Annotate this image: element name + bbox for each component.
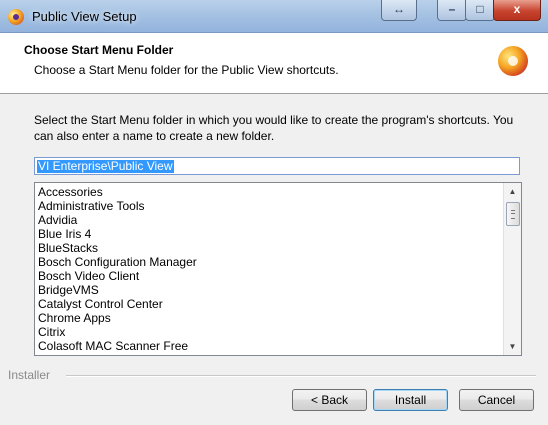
folder-list[interactable]: Accessories Administrative Tools Advidia Bl… [34,182,522,356]
cancel-button[interactable]: Cancel [459,389,534,411]
list-item[interactable]: Colasoft MAC Scanner Free [35,339,505,353]
list-item[interactable]: Citrix [35,325,505,339]
page-title: Choose Start Menu Folder [24,43,174,57]
window-title: Public View Setup [32,9,137,24]
title-bar[interactable]: Public View Setup ↔ – □ x [0,0,548,33]
footer-divider [66,375,536,377]
installer-logo-icon [498,46,528,76]
list-scrollbar[interactable]: ▲ ▼ [503,183,521,355]
list-item[interactable]: Catalyst Control Center [35,297,505,311]
page-subtitle: Choose a Start Menu folder for the Publi… [34,63,339,77]
install-button[interactable]: Install [373,389,448,411]
back-button[interactable]: < Back [292,389,367,411]
grip-icon [511,210,515,219]
list-item[interactable]: Administrative Tools [35,199,505,213]
scroll-down-icon[interactable]: ▼ [504,338,521,355]
list-item[interactable]: Bosch Video Client [35,269,505,283]
page-body: Select the Start Menu folder in which yo… [0,94,548,425]
list-item[interactable]: Advidia [35,213,505,227]
list-item[interactable]: Chrome Apps [35,311,505,325]
list-item[interactable]: BlueStacks [35,241,505,255]
installer-window: Public View Setup ↔ – □ x Choose Start M… [0,0,548,425]
minimize-button[interactable]: – [437,0,467,21]
app-icon [8,9,24,25]
page-header: Choose Start Menu Folder Choose a Start … [0,33,548,94]
swap-icon[interactable]: ↔ [381,0,417,21]
list-item[interactable]: Bosch Configuration Manager [35,255,505,269]
scroll-up-icon[interactable]: ▲ [504,183,521,200]
maximize-button[interactable]: □ [465,0,495,21]
scroll-thumb[interactable] [506,202,520,226]
list-item[interactable]: BridgeVMS [35,283,505,297]
installer-label: Installer [8,368,51,382]
list-item[interactable]: Blue Iris 4 [35,227,505,241]
close-button[interactable]: x [493,0,541,21]
list-item[interactable]: Accessories [35,185,505,199]
folder-list-items: Accessories Administrative Tools Advidia Bl… [35,185,505,353]
instructions-text: Select the Start Menu folder in which yo… [34,113,514,143]
folder-name-input[interactable] [34,157,520,175]
